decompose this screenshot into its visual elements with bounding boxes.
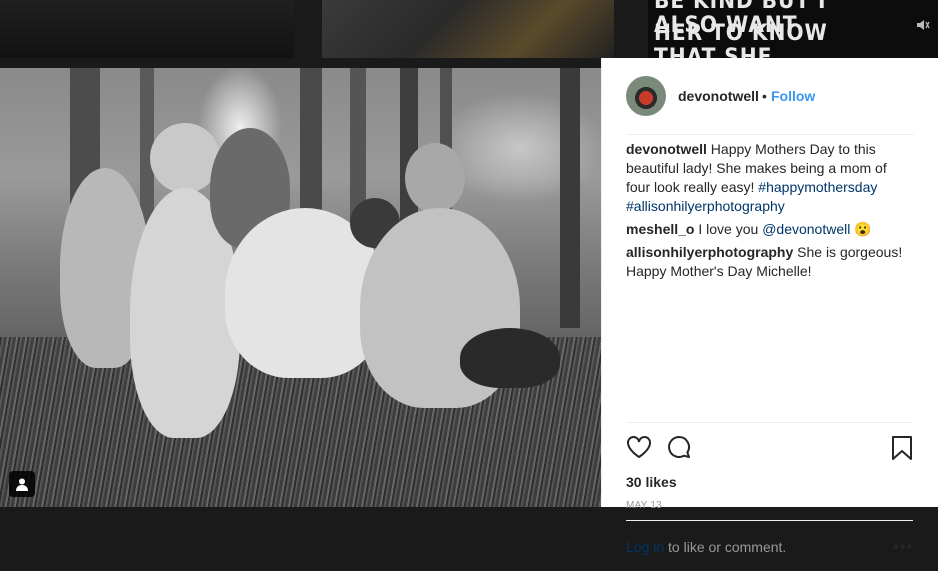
background-thumbnail-3[interactable]: BE KIND BUT I ALSO WANT HER TO KNOW THAT…: [648, 0, 938, 58]
user-tag-icon: [16, 478, 28, 491]
volume-icon[interactable]: [916, 18, 930, 32]
comments-list: devonotwell Happy Mothers Day to this be…: [626, 140, 913, 285]
list-item: meshell_o I love you @devonotwell 😮: [626, 220, 913, 239]
post-author-username[interactable]: devonotwell: [678, 88, 759, 104]
post-header: devonotwell • Follow: [626, 58, 914, 135]
avatar[interactable]: [626, 76, 666, 116]
comment-username[interactable]: allisonhilyerphotography: [626, 244, 793, 260]
comment-icon[interactable]: [666, 435, 692, 459]
caption-comment: devonotwell Happy Mothers Day to this be…: [626, 140, 913, 216]
comment-username[interactable]: devonotwell: [626, 141, 707, 157]
separator-dot: •: [762, 88, 767, 104]
hashtag-link[interactable]: #happymothersday: [758, 179, 877, 195]
background-thumbnail-1[interactable]: [0, 0, 294, 58]
background-thumbnail-2[interactable]: [322, 0, 614, 58]
login-suffix: to like or comment.: [664, 539, 787, 555]
follow-button[interactable]: Follow: [771, 88, 815, 104]
likes-count[interactable]: 30 likes: [626, 474, 677, 490]
more-options-button[interactable]: •••: [893, 539, 913, 557]
post-date[interactable]: MAY 13: [626, 500, 662, 511]
post-photo[interactable]: [0, 68, 601, 507]
tagged-users-button[interactable]: [9, 471, 35, 497]
thumbnail-caption-line-2: HER TO KNOW THAT SHE: [654, 21, 828, 59]
post-details-panel: devonotwell • Follow devonotwell Happy M…: [601, 58, 938, 556]
hashtag-link[interactable]: #allisonhilyerphotography: [626, 198, 785, 214]
post-modal: devonotwell • Follow devonotwell Happy M…: [0, 58, 938, 556]
comment-username[interactable]: meshell_o: [626, 221, 694, 237]
login-prompt: Log in to like or comment.: [626, 539, 786, 555]
surprised-emoji: 😮: [854, 221, 872, 237]
heart-icon[interactable]: [626, 435, 652, 459]
bookmark-icon[interactable]: [891, 435, 913, 461]
comment-footer: Log in to like or comment. •••: [626, 520, 913, 571]
mention-link[interactable]: @devonotwell: [762, 221, 850, 237]
login-link[interactable]: Log in: [626, 539, 664, 555]
list-item: allisonhilyerphotography She is gorgeous…: [626, 243, 913, 281]
post-actions: [626, 422, 913, 463]
comment-text: I love you: [698, 221, 759, 237]
